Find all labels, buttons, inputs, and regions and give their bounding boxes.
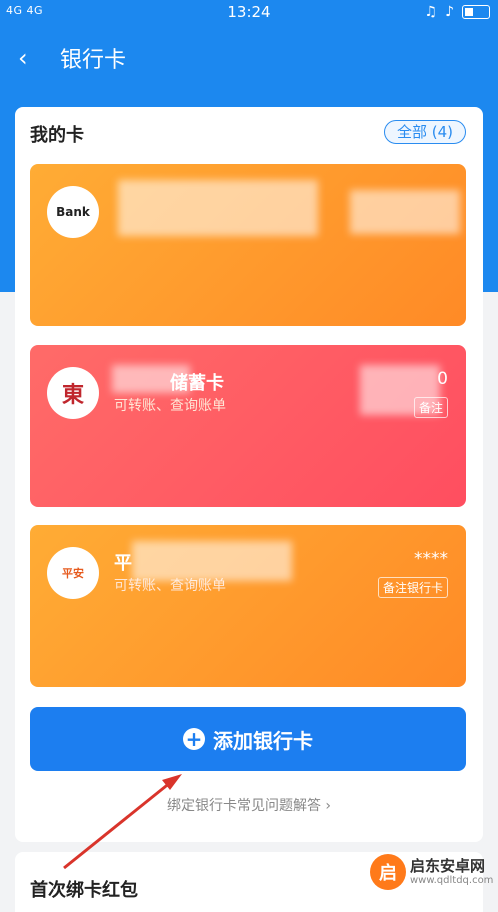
bank-card[interactable]: 東 储蓄卡 可转账、查询账单 0 备注 [30,345,466,507]
mute-icon: ♪ [445,4,454,20]
plus-icon: + [183,728,205,750]
all-cards-button[interactable]: 全部 (4) [383,120,466,144]
bank-card[interactable]: Bank [30,164,466,326]
navigation-bar: ‹ 银行卡 [0,26,498,88]
bank-card[interactable]: 平安 平 可转账、查询账单 **** 备注银行卡 [30,525,466,687]
red-arrow-annotation [63,774,182,870]
redaction-blur [118,180,318,236]
status-bar: 4G 4G 13:24 ♫ ♪ [0,0,498,26]
card-number: **** [414,549,448,569]
card-name: 平 [114,553,132,574]
clock: 13:24 [227,3,271,21]
back-icon[interactable]: ‹ [18,44,28,72]
redaction-blur [360,365,440,415]
watermark-url: www.qdltdq.com [410,874,494,886]
my-cards-panel: 我的卡 全部 (4) Bank 東 储蓄卡 可转账、查询账单 0 备注 平安 平… [15,107,483,842]
add-card-label: 添加银行卡 [213,728,313,753]
page-title: 银行卡 [60,48,127,73]
card-description: 可转账、查询账单 [114,398,226,414]
bonus-title: 首次绑卡红包 [30,880,138,901]
status-icons: ♫ ♪ [424,4,490,20]
watermark: 启 启东安卓网 www.qdltdq.com [370,850,498,894]
watermark-title: 启东安卓网 [410,857,486,876]
section-title: 我的卡 [30,125,84,146]
battery-icon [462,5,490,19]
headset-icon: ♫ [424,4,438,20]
bank-logo: Bank [47,186,99,238]
watermark-logo-icon: 启 [370,854,406,890]
note-card-button[interactable]: 备注银行卡 [377,577,448,598]
bank-logo: 東 [47,367,99,419]
redaction-blur [132,541,292,581]
bank-logo: 平安 [47,547,99,599]
redaction-blur [112,365,190,393]
redaction-blur [350,190,460,234]
add-card-button[interactable]: + 添加银行卡 [30,707,466,771]
